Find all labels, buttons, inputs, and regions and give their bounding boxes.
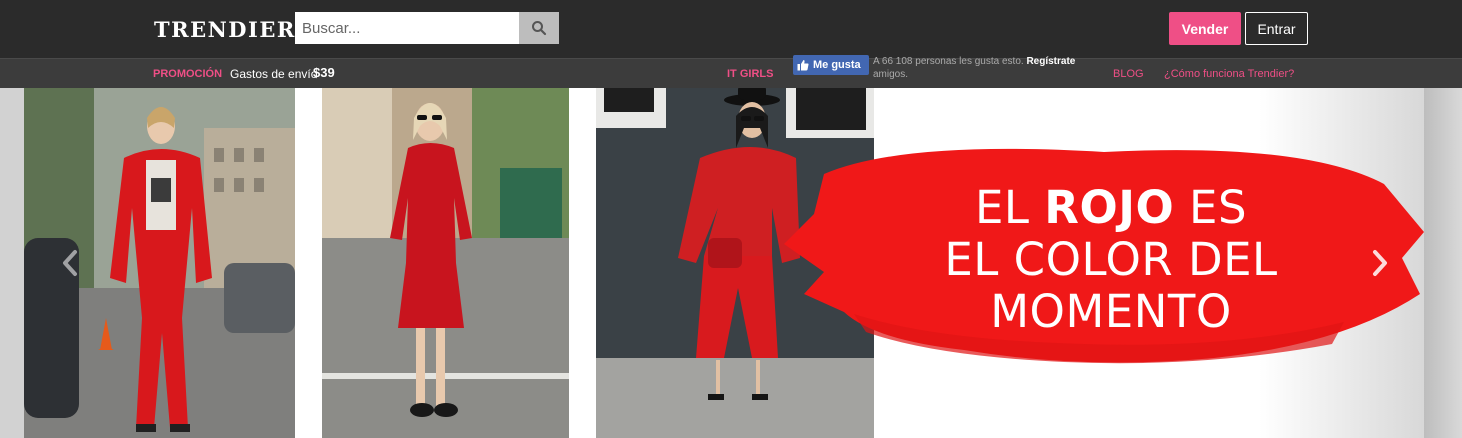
- facebook-like-button[interactable]: Me gusta: [793, 55, 869, 75]
- photo-divider: [295, 88, 322, 438]
- sell-button[interactable]: Vender: [1169, 12, 1241, 45]
- promo-price: $39: [313, 65, 335, 80]
- headline-line-2: EL COLOR DEL: [944, 233, 1278, 286]
- thumbs-up-icon: [797, 60, 809, 71]
- promo-text: Gastos de envío: [230, 67, 318, 81]
- facebook-count-text: A 66 108 personas les gusta esto.: [873, 56, 1024, 67]
- facebook-like-label: Me gusta: [813, 59, 861, 71]
- chevron-right-icon: [1373, 250, 1387, 276]
- headline-bold-word: ROJO: [1044, 181, 1175, 234]
- nav-link-it-girls[interactable]: IT GIRLS: [727, 68, 773, 80]
- top-header: TRENDIER Vender Entrar: [0, 0, 1462, 58]
- promo-label: PROMOCIÓN: [153, 68, 223, 80]
- banner-photo-red-dress: [322, 88, 569, 438]
- hero-carousel: EL ROJO ES EL COLOR DEL MOMENTO: [0, 88, 1462, 438]
- hero-banner[interactable]: EL ROJO ES EL COLOR DEL MOMENTO: [24, 88, 1424, 438]
- headline-line-1-start: EL: [974, 181, 1045, 234]
- site-logo[interactable]: TRENDIER: [154, 17, 296, 42]
- chevron-left-icon: [63, 250, 77, 276]
- search-button[interactable]: [519, 12, 559, 44]
- carousel-edge: [1424, 88, 1462, 438]
- facebook-register-link[interactable]: Regístrate: [1026, 56, 1075, 67]
- carousel-next-button[interactable]: [1368, 248, 1392, 278]
- secondary-bar: PROMOCIÓN Gastos de envío $39 IT GIRLS B…: [0, 58, 1462, 88]
- login-button[interactable]: Entrar: [1245, 12, 1308, 45]
- nav-link-how-it-works[interactable]: ¿Cómo funciona Trendier?: [1164, 68, 1294, 80]
- facebook-like-count: A 66 108 personas les gusta esto. Regíst…: [873, 55, 1093, 82]
- facebook-suffix-text: amigos.: [873, 69, 909, 80]
- search-icon: [532, 21, 547, 36]
- carousel-prev-button[interactable]: [58, 248, 82, 278]
- promo-headline: EL ROJO ES EL COLOR DEL MOMENTO: [896, 182, 1326, 338]
- search-input[interactable]: [295, 12, 520, 44]
- headline-line-3: MOMENTO: [990, 285, 1232, 338]
- headline-line-1-end: ES: [1174, 181, 1248, 234]
- photo-divider: [569, 88, 596, 438]
- headline-line-1: EL ROJO ES: [896, 182, 1326, 234]
- nav-link-blog[interactable]: BLOG: [1113, 68, 1144, 80]
